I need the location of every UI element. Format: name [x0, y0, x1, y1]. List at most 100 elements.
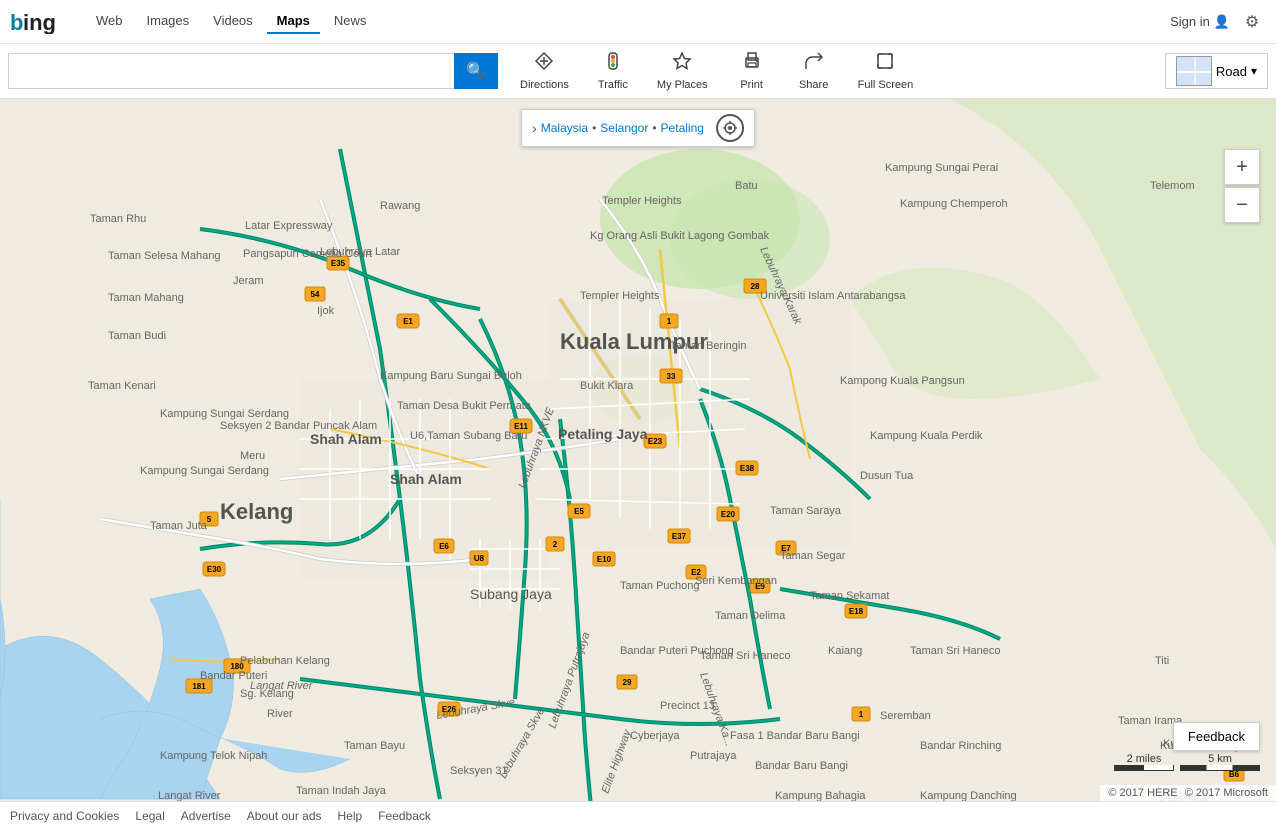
fullscreen-icon	[875, 51, 895, 76]
svg-text:U6,Taman Subang Baru: U6,Taman Subang Baru	[410, 430, 527, 442]
svg-text:River: River	[267, 708, 293, 720]
sign-in-button[interactable]: Sign in 👤	[1170, 14, 1230, 30]
svg-text:Batu: Batu	[735, 180, 758, 192]
copyright-ms: © 2017 Microsoft	[1185, 787, 1268, 799]
gear-icon: ⚙	[1245, 12, 1259, 32]
svg-text:Taman Delima: Taman Delima	[715, 610, 786, 622]
svg-text:Taman Juta: Taman Juta	[150, 520, 208, 532]
svg-text:Putrajaya: Putrajaya	[690, 750, 737, 762]
search-area: 🔍	[8, 53, 498, 89]
feedback-button[interactable]: Feedback	[1173, 722, 1260, 751]
svg-text:Kampung Baru Sungai Buloh: Kampung Baru Sungai Buloh	[380, 370, 522, 382]
search-input[interactable]	[8, 53, 454, 89]
fullscreen-button[interactable]: Full Screen	[846, 47, 926, 95]
svg-text:E6: E6	[439, 542, 449, 551]
svg-text:Taman Budi: Taman Budi	[108, 330, 166, 342]
svg-text:29: 29	[623, 678, 632, 687]
svg-text:Bukit Kiara: Bukit Kiara	[580, 380, 634, 392]
svg-text:Seremban: Seremban	[880, 710, 931, 722]
breadcrumb-state[interactable]: Selangor	[600, 121, 648, 135]
footer-advertise[interactable]: Advertise	[181, 809, 231, 823]
svg-text:Seri Kembangan: Seri Kembangan	[695, 575, 777, 587]
breadcrumb-arrow[interactable]: ›	[532, 120, 537, 136]
map-view-selector[interactable]: Road ▾	[1165, 53, 1268, 89]
directions-label: Directions	[520, 79, 569, 91]
svg-text:54: 54	[311, 290, 320, 299]
svg-text:Kampung Danching: Kampung Danching	[920, 790, 1017, 801]
svg-text:Taman Rhu: Taman Rhu	[90, 213, 146, 225]
locate-button[interactable]	[716, 114, 744, 142]
svg-text:Kelang: Kelang	[220, 499, 293, 524]
svg-text:E38: E38	[740, 464, 755, 473]
svg-text:E30: E30	[207, 565, 222, 574]
svg-text:1: 1	[667, 317, 672, 326]
share-button[interactable]: Share	[784, 47, 844, 95]
svg-text:181: 181	[192, 682, 206, 691]
svg-text:Titi: Titi	[1155, 655, 1169, 667]
svg-text:Taman Kenari: Taman Kenari	[88, 380, 156, 392]
breadcrumb-city[interactable]: Petaling	[661, 121, 704, 135]
svg-text:Subang Jaya: Subang Jaya	[470, 586, 552, 602]
svg-text:E35: E35	[331, 259, 346, 268]
svg-text:Taman Puchong: Taman Puchong	[620, 580, 700, 592]
svg-text:Seksyen 2 Bandar Puncak Alam: Seksyen 2 Bandar Puncak Alam	[220, 420, 377, 432]
search-button[interactable]: 🔍	[454, 53, 498, 89]
directions-button[interactable]: Directions	[508, 47, 581, 95]
breadcrumb: › Malaysia • Selangor • Petaling	[521, 109, 755, 147]
svg-text:Kampung Telok Nipah: Kampung Telok Nipah	[160, 750, 267, 762]
settings-button[interactable]: ⚙	[1238, 8, 1266, 36]
svg-text:Kampung Kuala Perdik: Kampung Kuala Perdik	[870, 430, 983, 442]
map-view-label: Road	[1216, 64, 1247, 79]
breadcrumb-country[interactable]: Malaysia	[541, 121, 588, 135]
footer-legal[interactable]: Legal	[135, 809, 164, 823]
nav-news[interactable]: News	[324, 9, 377, 34]
svg-text:Taman Desa Bukit Permata: Taman Desa Bukit Permata	[397, 400, 532, 412]
header: b ing Web Images Videos Maps News Sign i…	[0, 0, 1276, 44]
header-right: Sign in 👤 ⚙	[1170, 8, 1266, 36]
svg-text:1: 1	[859, 710, 864, 719]
svg-text:Kampung Chemperoh: Kampung Chemperoh	[900, 198, 1008, 210]
svg-text:2: 2	[553, 540, 558, 549]
svg-text:E20: E20	[721, 510, 736, 519]
svg-text:Fasa 1 Bandar Baru Bangi: Fasa 1 Bandar Baru Bangi	[730, 730, 860, 742]
footer-help[interactable]: Help	[338, 809, 363, 823]
svg-text:E10: E10	[597, 555, 612, 564]
footer-privacy[interactable]: Privacy and Cookies	[10, 809, 119, 823]
nav-maps[interactable]: Maps	[267, 9, 320, 34]
search-icon: 🔍	[466, 61, 486, 81]
svg-text:Ijok: Ijok	[317, 305, 335, 317]
bing-logo[interactable]: b ing	[10, 10, 70, 34]
nav-images[interactable]: Images	[137, 9, 200, 34]
svg-text:ing: ing	[23, 10, 56, 34]
nav-web[interactable]: Web	[86, 9, 133, 34]
my-places-button[interactable]: My Places	[645, 47, 720, 95]
scale-km-label: 5 km	[1208, 753, 1232, 765]
footer-feedback[interactable]: Feedback	[378, 809, 431, 823]
traffic-button[interactable]: Traffic	[583, 47, 643, 95]
zoom-in-button[interactable]: +	[1224, 149, 1260, 185]
svg-text:b: b	[10, 10, 23, 34]
svg-text:Kampung Bahagia: Kampung Bahagia	[775, 790, 866, 801]
footer-about-ads[interactable]: About our ads	[247, 809, 322, 823]
svg-text:33: 33	[667, 372, 676, 381]
map-svg: E1 E35 E5 E11 E26 54 5 28 1 33 E38 E23	[0, 99, 1276, 801]
svg-text:Shah Alam: Shah Alam	[390, 471, 462, 487]
svg-text:Telemom: Telemom	[1150, 180, 1195, 192]
print-button[interactable]: Print	[722, 47, 782, 95]
chevron-down-icon: ▾	[1251, 64, 1257, 78]
svg-text:Kg Orang Asli Bukit Lagong Gom: Kg Orang Asli Bukit Lagong Gombak	[590, 230, 770, 242]
nav-links: Web Images Videos Maps News	[86, 9, 376, 34]
svg-text:Taman Beringin: Taman Beringin	[670, 340, 746, 352]
map-container[interactable]: E1 E35 E5 E11 E26 54 5 28 1 33 E38 E23	[0, 99, 1276, 801]
map-thumbnail	[1176, 56, 1212, 86]
copyright-bar: © 2017 HERE © 2017 Microsoft	[1100, 785, 1276, 801]
svg-text:Lebuhraya Latar: Lebuhraya Latar	[320, 246, 400, 258]
share-label: Share	[799, 79, 828, 91]
svg-text:E18: E18	[849, 607, 864, 616]
svg-text:5: 5	[207, 515, 212, 524]
nav-videos[interactable]: Videos	[203, 9, 263, 34]
svg-text:U8: U8	[474, 554, 485, 563]
svg-text:Meru: Meru	[240, 450, 265, 462]
user-icon: 👤	[1214, 14, 1230, 30]
zoom-out-button[interactable]: −	[1224, 187, 1260, 223]
